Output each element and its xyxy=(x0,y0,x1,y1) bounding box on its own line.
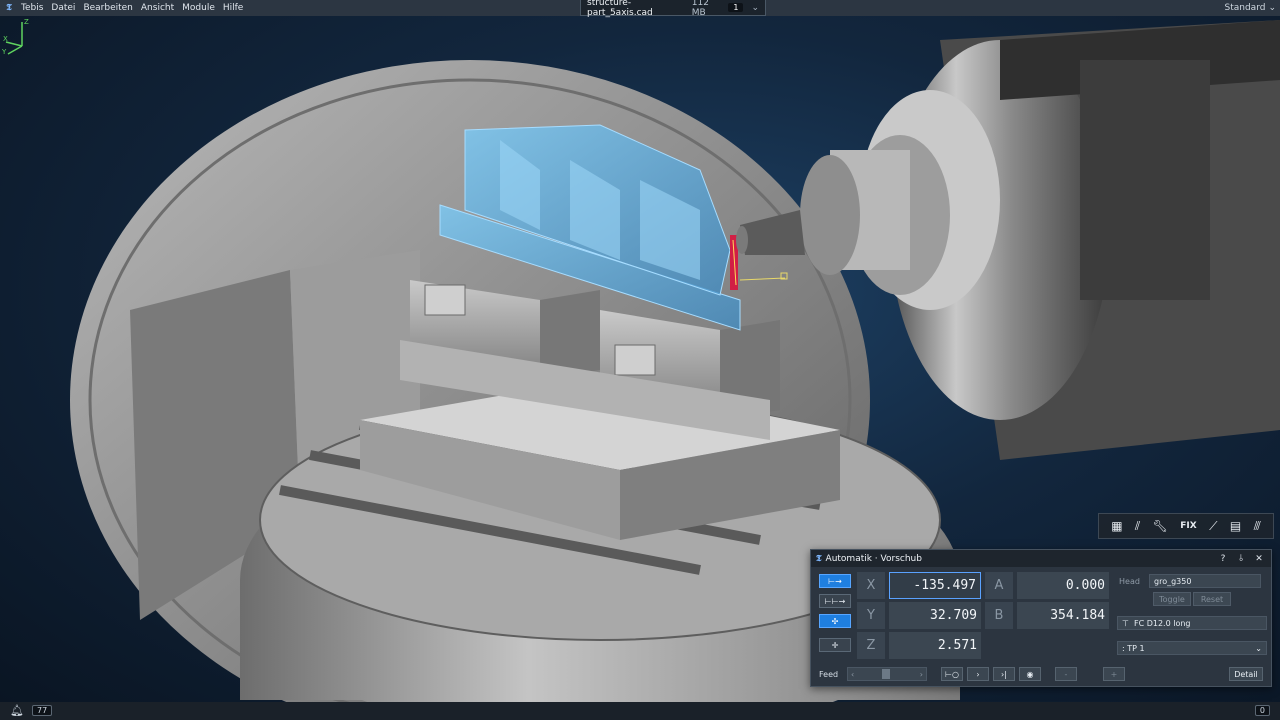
reset-button[interactable]: Reset xyxy=(1193,592,1231,606)
z-axis-label: Z xyxy=(857,632,885,659)
toolpath-icon[interactable]: ⫽ xyxy=(1135,519,1140,534)
menu-bearbeiten[interactable]: Bearbeiten xyxy=(82,3,133,13)
first-step-button[interactable]: ⊢○ xyxy=(941,667,963,681)
tool-holder-icon[interactable]: ⟋ xyxy=(1209,519,1217,534)
chevron-down-icon[interactable]: ⌄ xyxy=(751,3,759,13)
mode-buttons: ⊢→ ⊢⊢→ ✣ ✛ xyxy=(819,574,851,658)
x-axis-value[interactable]: -135.497 xyxy=(889,572,981,599)
file-tab[interactable]: structure-part_5axis.cad 112 MB 1 ⌄ xyxy=(580,0,766,18)
chevron-down-icon: ⌄ xyxy=(1268,3,1276,13)
status-bar: 🔔︎ 77 0 xyxy=(0,702,1280,720)
chevron-down-icon: ⌄ xyxy=(1255,643,1262,653)
svg-text:X: X xyxy=(3,35,8,43)
notification-bell-icon[interactable]: 🔔︎ xyxy=(10,704,24,717)
file-name: structure-part_5axis.cad xyxy=(587,0,653,18)
head-input[interactable]: gro_g350 xyxy=(1149,574,1261,588)
increase-button[interactable]: + xyxy=(1103,667,1125,681)
automatik-dialog: 𝕿 Automatik · Vorschub ? ⫰ ✕ ⊢→ ⊢⊢→ ✣ ✛ … xyxy=(810,549,1272,687)
workspace-label: Standard xyxy=(1224,3,1266,13)
a-axis-label: A xyxy=(985,572,1013,599)
stop-button[interactable]: ◉ xyxy=(1019,667,1041,681)
step-end-button[interactable]: ›| xyxy=(993,667,1015,681)
a-axis-value[interactable]: 0.000 xyxy=(1017,572,1109,599)
machine-icon[interactable]: ▤ xyxy=(1230,519,1241,533)
tebis-logo-icon: 𝕿 xyxy=(816,553,822,564)
tp-select[interactable]: : TP 1 ⌄ xyxy=(1117,641,1267,655)
fix-button[interactable]: FIX xyxy=(1180,521,1196,531)
left-count-badge[interactable]: 77 xyxy=(32,705,53,716)
title-bar: 𝕿 Tebis Datei Bearbeiten Ansicht Module … xyxy=(0,0,1280,18)
menu-hilfe[interactable]: Hilfe xyxy=(222,3,244,13)
play-button[interactable]: › xyxy=(967,667,989,681)
mode-continuous-button[interactable]: ⊢→ xyxy=(819,574,851,588)
mode-position-button[interactable]: ✣ xyxy=(819,614,851,628)
tebis-logo-icon[interactable]: 𝕿 xyxy=(0,0,18,16)
menu-datei[interactable]: Datei xyxy=(50,3,76,13)
dialog-titlebar[interactable]: 𝕿 Automatik · Vorschub ? ⫰ ✕ xyxy=(811,550,1271,567)
chevron-left-icon[interactable]: ‹ xyxy=(851,670,854,679)
chevron-right-icon[interactable]: › xyxy=(920,670,923,679)
head-field: Head gro_g350 xyxy=(1119,574,1261,588)
mode-step-button[interactable]: ⊢⊢→ xyxy=(819,594,851,608)
detail-button[interactable]: Detail xyxy=(1229,667,1263,681)
nc-program-icon[interactable]: ▦ xyxy=(1111,519,1122,533)
wrench-icon[interactable]: 🔧︎ xyxy=(1153,519,1168,533)
machining-toolbar: ▦ ⫽ 🔧︎ FIX ⟋ ▤ ⫻ xyxy=(1098,513,1274,539)
dialog-title: Automatik · Vorschub xyxy=(825,553,922,564)
help-icon[interactable]: ? xyxy=(1216,554,1230,564)
x-axis-label: X xyxy=(857,572,885,599)
menu-ansicht[interactable]: Ansicht xyxy=(140,3,175,13)
y-axis-value[interactable]: 32.709 xyxy=(889,602,981,629)
right-count-badge[interactable]: 0 xyxy=(1254,705,1270,716)
slider-thumb[interactable] xyxy=(882,669,890,679)
z-axis-value[interactable]: 2.571 xyxy=(889,632,981,659)
b-axis-label: B xyxy=(985,602,1013,629)
svg-text:Z: Z xyxy=(24,18,29,26)
3d-viewport[interactable]: Z X Y ▦ ⫽ 🔧︎ FIX ⟋ ▤ ⫻ 𝕿 Automatik · Vor… xyxy=(0,16,1280,702)
menu-module[interactable]: Module xyxy=(181,3,216,13)
feed-slider[interactable]: ‹ › xyxy=(847,667,927,681)
tool-field[interactable]: ⊤ FC D12.0 long xyxy=(1117,616,1267,630)
decrease-button[interactable]: - xyxy=(1055,667,1077,681)
svg-text:Y: Y xyxy=(1,48,7,56)
pin-icon[interactable]: ⫰ xyxy=(1234,554,1248,564)
head-label: Head xyxy=(1119,576,1140,586)
b-axis-value[interactable]: 354.184 xyxy=(1017,602,1109,629)
toggle-button[interactable]: Toggle xyxy=(1153,592,1191,606)
menu-tebis[interactable]: Tebis xyxy=(20,3,44,13)
feed-label: Feed xyxy=(819,669,839,679)
axis-triad-icon: Z X Y xyxy=(1,18,29,56)
tool-icon: ⊤ xyxy=(1122,618,1129,628)
tp-value: : TP 1 xyxy=(1122,643,1145,653)
close-icon[interactable]: ✕ xyxy=(1252,554,1266,564)
tool-name: FC D12.0 long xyxy=(1133,618,1191,628)
milling-tool-icon[interactable]: ⫻ xyxy=(1254,519,1261,534)
y-axis-label: Y xyxy=(857,602,885,629)
main-menu: Tebis Datei Bearbeiten Ansicht Module Hi… xyxy=(18,3,244,13)
workspace-selector[interactable]: Standard ⌄ xyxy=(1225,0,1277,16)
feed-row: Feed ‹ › ⊢○ › ›| ◉ - + xyxy=(819,666,1125,682)
file-size: 112 MB xyxy=(691,0,709,18)
open-file-count: 1 xyxy=(728,3,744,12)
mode-center-button[interactable]: ✛ xyxy=(819,638,851,652)
